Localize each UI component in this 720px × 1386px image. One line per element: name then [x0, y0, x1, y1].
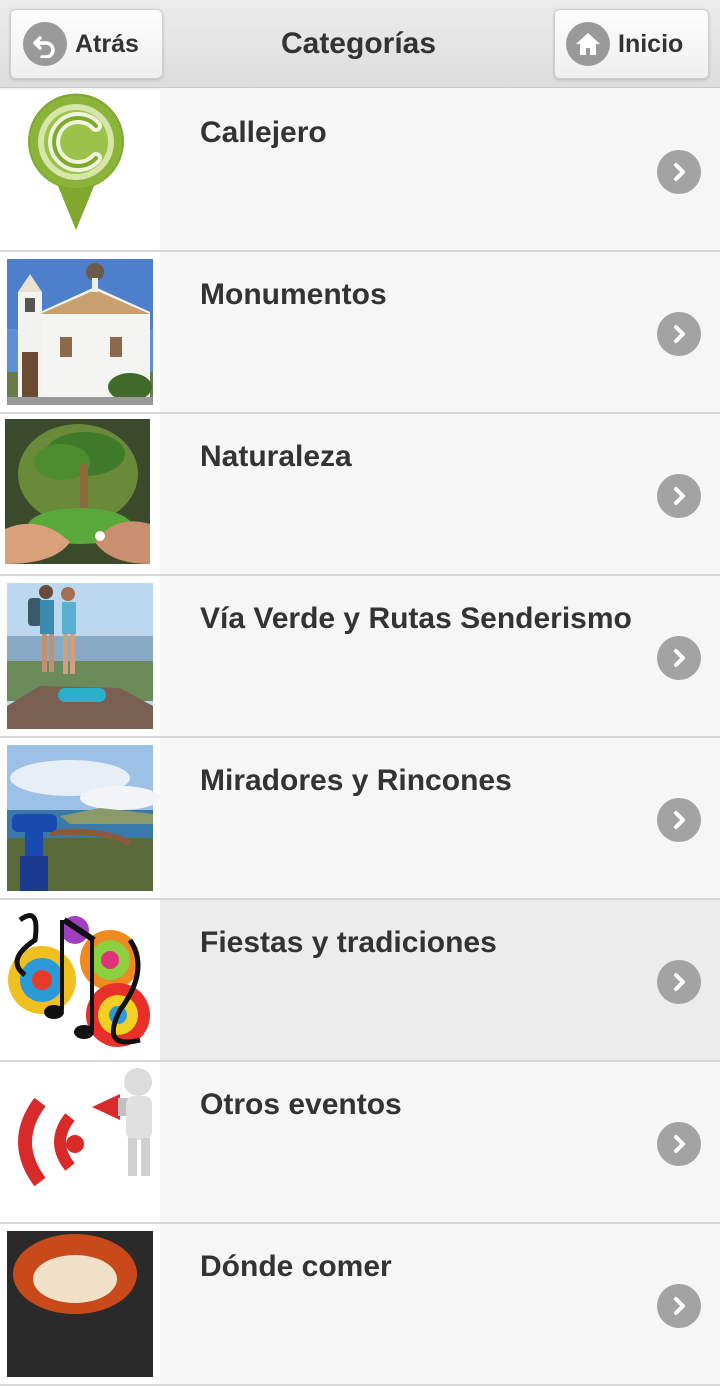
back-arrow-icon [23, 22, 67, 66]
chevron-right-icon[interactable] [657, 312, 701, 356]
chevron-right-icon[interactable] [657, 636, 701, 680]
category-label: Callejero [200, 116, 327, 149]
back-button-label: Atrás [75, 29, 139, 58]
category-label: Monumentos [200, 278, 387, 311]
church-photo [0, 252, 160, 412]
binoculars-viewpoint-photo [0, 738, 160, 898]
category-row-donde-comer[interactable]: Dónde comer [0, 1224, 720, 1386]
category-row-miradores[interactable]: Miradores y Rincones [0, 738, 720, 900]
category-label: Vía Verde y Rutas Senderismo [200, 602, 632, 635]
chevron-right-icon[interactable] [657, 798, 701, 842]
megaphone-figure-image [0, 1062, 160, 1222]
home-button-label: Inicio [618, 29, 684, 58]
header-bar: Atrás Categorías Inicio [0, 0, 720, 88]
category-row-otros-eventos[interactable]: Otros eventos [0, 1062, 720, 1224]
category-list: Callejero Monumentos Naturaleza Vía Verd… [0, 90, 720, 1386]
chevron-right-icon[interactable] [657, 1284, 701, 1328]
map-pin-c-icon [0, 90, 160, 250]
category-row-naturaleza[interactable]: Naturaleza [0, 414, 720, 576]
chevron-right-icon[interactable] [657, 474, 701, 518]
back-button[interactable]: Atrás [10, 9, 163, 79]
food-photo [0, 1224, 160, 1384]
category-row-via-verde[interactable]: Vía Verde y Rutas Senderismo [0, 576, 720, 738]
tree-in-hands-photo [0, 414, 160, 574]
hikers-photo [0, 576, 160, 736]
page-title: Categorías [280, 27, 437, 60]
home-icon [566, 22, 610, 66]
category-row-callejero[interactable]: Callejero [0, 90, 720, 252]
category-label: Naturaleza [200, 440, 352, 473]
chevron-right-icon[interactable] [657, 960, 701, 1004]
home-button[interactable]: Inicio [554, 9, 709, 79]
category-row-fiestas[interactable]: Fiestas y tradiciones [0, 900, 720, 1062]
music-notes-image [0, 900, 160, 1060]
category-row-monumentos[interactable]: Monumentos [0, 252, 720, 414]
chevron-right-icon[interactable] [657, 150, 701, 194]
category-label: Miradores y Rincones [200, 764, 512, 797]
category-label: Otros eventos [200, 1088, 402, 1121]
category-label: Dónde comer [200, 1250, 392, 1283]
chevron-right-icon[interactable] [657, 1122, 701, 1166]
category-label: Fiestas y tradiciones [200, 926, 497, 959]
